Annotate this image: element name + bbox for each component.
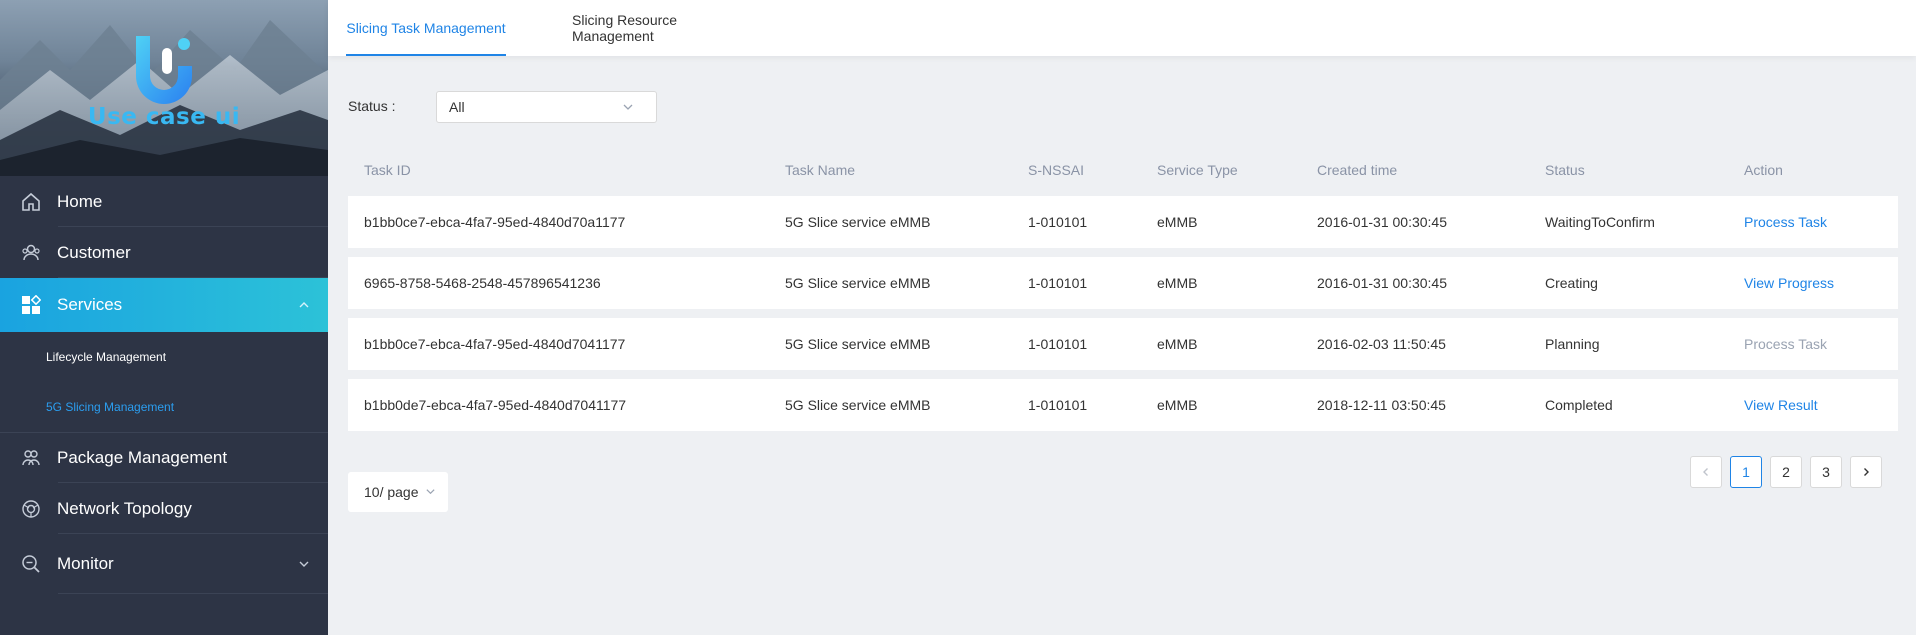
cell-status: Planning bbox=[1545, 336, 1600, 352]
table-row: b1bb0ce7-ebca-4fa7-95ed-4840d70a1177 5G … bbox=[348, 196, 1898, 248]
services-icon bbox=[20, 294, 42, 316]
sidebar-item-monitor[interactable]: Monitor bbox=[0, 534, 328, 594]
cell-task-name: 5G Slice service eMMB bbox=[785, 214, 931, 230]
customer-icon bbox=[20, 242, 42, 264]
cell-task-name: 5G Slice service eMMB bbox=[785, 275, 931, 291]
cell-task-name: 5G Slice service eMMB bbox=[785, 397, 931, 413]
tab-label: Slicing Task Management bbox=[346, 20, 506, 36]
cell-s-nssai: 1-010101 bbox=[1028, 336, 1088, 352]
app-logo-icon bbox=[136, 36, 192, 104]
cell-status: Completed bbox=[1545, 397, 1613, 413]
sidebar-item-home[interactable]: Home bbox=[0, 176, 328, 227]
sidebar-menu: Home Customer Services Lifecycle Managem… bbox=[0, 176, 328, 594]
submenu-item-lifecycle-management[interactable]: Lifecycle Management bbox=[0, 332, 328, 382]
sidebar-item-services[interactable]: Services bbox=[0, 278, 328, 332]
sidebar-item-network-topology-label: Network Topology bbox=[57, 498, 192, 518]
network-topology-icon bbox=[20, 498, 42, 520]
column-header-task-name: Task Name bbox=[785, 162, 856, 178]
cell-service-type: eMMB bbox=[1157, 336, 1198, 352]
sidebar-item-customer-label: Customer bbox=[57, 242, 131, 262]
status-filter-label: Status : bbox=[348, 98, 396, 114]
column-header-created-time: Created time bbox=[1317, 162, 1398, 178]
view-result-link[interactable]: View Result bbox=[1744, 379, 1818, 431]
sidebar: Use case ui Home Customer Services Lifec… bbox=[0, 0, 328, 635]
submenu-item-label: Lifecycle Management bbox=[46, 350, 167, 364]
cell-s-nssai: 1-010101 bbox=[1028, 397, 1088, 413]
cell-created-time: 2016-01-31 00:30:45 bbox=[1317, 214, 1447, 230]
sidebar-item-monitor-label: Monitor bbox=[57, 554, 114, 573]
brand-name: Use case ui bbox=[87, 104, 241, 130]
divider bbox=[58, 593, 328, 594]
page-button-1[interactable]: 1 bbox=[1730, 456, 1762, 488]
status-filter-select[interactable]: All bbox=[436, 91, 657, 123]
cell-s-nssai: 1-010101 bbox=[1028, 214, 1088, 230]
cell-task-id: 6965-8758-5468-2548-457896541236 bbox=[364, 275, 601, 291]
cell-task-id: b1bb0de7-ebca-4fa7-95ed-4840d7041177 bbox=[364, 397, 627, 413]
tab-slicing-task-management[interactable]: Slicing Task Management bbox=[346, 0, 506, 56]
chevron-down-icon bbox=[623, 104, 633, 110]
sidebar-item-network-topology[interactable]: Network Topology bbox=[0, 483, 328, 534]
sidebar-item-package-management-label: Package Management bbox=[57, 448, 228, 467]
brand-header: Use case ui bbox=[0, 0, 328, 176]
submenu-item-5g-slicing-management[interactable]: 5G Slicing Management bbox=[0, 382, 328, 432]
chevron-up-icon[interactable] bbox=[298, 299, 310, 311]
view-progress-link[interactable]: View Progress bbox=[1744, 257, 1834, 309]
table-row: b1bb0ce7-ebca-4fa7-95ed-4840d7041177 5G … bbox=[348, 318, 1898, 370]
cell-service-type: eMMB bbox=[1157, 397, 1198, 413]
page-button-3[interactable]: 3 bbox=[1810, 456, 1842, 488]
sidebar-item-services-label: Services bbox=[57, 295, 123, 314]
cell-s-nssai: 1-010101 bbox=[1028, 275, 1088, 291]
next-page-button[interactable] bbox=[1850, 456, 1882, 488]
chevron-down-icon[interactable] bbox=[298, 558, 310, 570]
process-task-link[interactable]: Process Task bbox=[1744, 196, 1827, 248]
status-filter-value: All bbox=[449, 99, 465, 115]
page-button-2[interactable]: 2 bbox=[1770, 456, 1802, 488]
page-size-select[interactable]: 10/ page bbox=[348, 472, 448, 512]
cell-created-time: 2018-12-11 03:50:45 bbox=[1317, 397, 1446, 413]
sidebar-item-package-management[interactable]: Package Management bbox=[0, 432, 328, 483]
sidebar-item-customer[interactable]: Customer bbox=[0, 227, 328, 278]
cell-task-id: b1bb0ce7-ebca-4fa7-95ed-4840d7041177 bbox=[364, 336, 626, 352]
cell-task-name: 5G Slice service eMMB bbox=[785, 336, 931, 352]
column-header-s-nssai: S-NSSAI bbox=[1028, 162, 1085, 178]
cell-status: Creating bbox=[1545, 275, 1598, 291]
column-header-task-id: Task ID bbox=[364, 162, 411, 178]
cell-created-time: 2016-02-03 11:50:45 bbox=[1317, 336, 1446, 352]
cell-status: WaitingToConfirm bbox=[1545, 214, 1655, 230]
page-size-value: 10/ page bbox=[364, 484, 419, 500]
column-header-action: Action bbox=[1744, 162, 1783, 178]
tab-label: Slicing Resource Management bbox=[572, 12, 678, 44]
home-icon bbox=[20, 191, 42, 213]
chevron-right-icon bbox=[1864, 468, 1869, 476]
tab-bar: Slicing Task Management Slicing Resource… bbox=[328, 0, 1916, 56]
cell-created-time: 2016-01-31 00:30:45 bbox=[1317, 275, 1447, 291]
cell-service-type: eMMB bbox=[1157, 214, 1198, 230]
column-header-service-type: Service Type bbox=[1157, 162, 1238, 178]
process-task-link-disabled: Process Task bbox=[1744, 336, 1827, 352]
previous-page-button[interactable] bbox=[1690, 456, 1722, 488]
package-icon bbox=[20, 447, 42, 469]
tab-slicing-resource-management[interactable]: Slicing Resource Management bbox=[572, 0, 758, 56]
sidebar-item-home-label: Home bbox=[57, 191, 103, 211]
table-header: Task ID Task Name S-NSSAI Service Type C… bbox=[348, 150, 1898, 190]
cell-service-type: eMMB bbox=[1157, 275, 1198, 291]
submenu-item-label: 5G Slicing Management bbox=[46, 400, 175, 414]
monitor-icon bbox=[20, 553, 42, 575]
column-header-status: Status bbox=[1545, 162, 1585, 178]
cell-task-id: b1bb0ce7-ebca-4fa7-95ed-4840d70a1177 bbox=[364, 214, 626, 230]
table-row: b1bb0de7-ebca-4fa7-95ed-4840d7041177 5G … bbox=[348, 379, 1898, 431]
chevron-left-icon bbox=[1703, 468, 1708, 476]
chevron-down-icon bbox=[426, 489, 435, 495]
table-row: 6965-8758-5468-2548-457896541236 5G Slic… bbox=[348, 257, 1898, 309]
